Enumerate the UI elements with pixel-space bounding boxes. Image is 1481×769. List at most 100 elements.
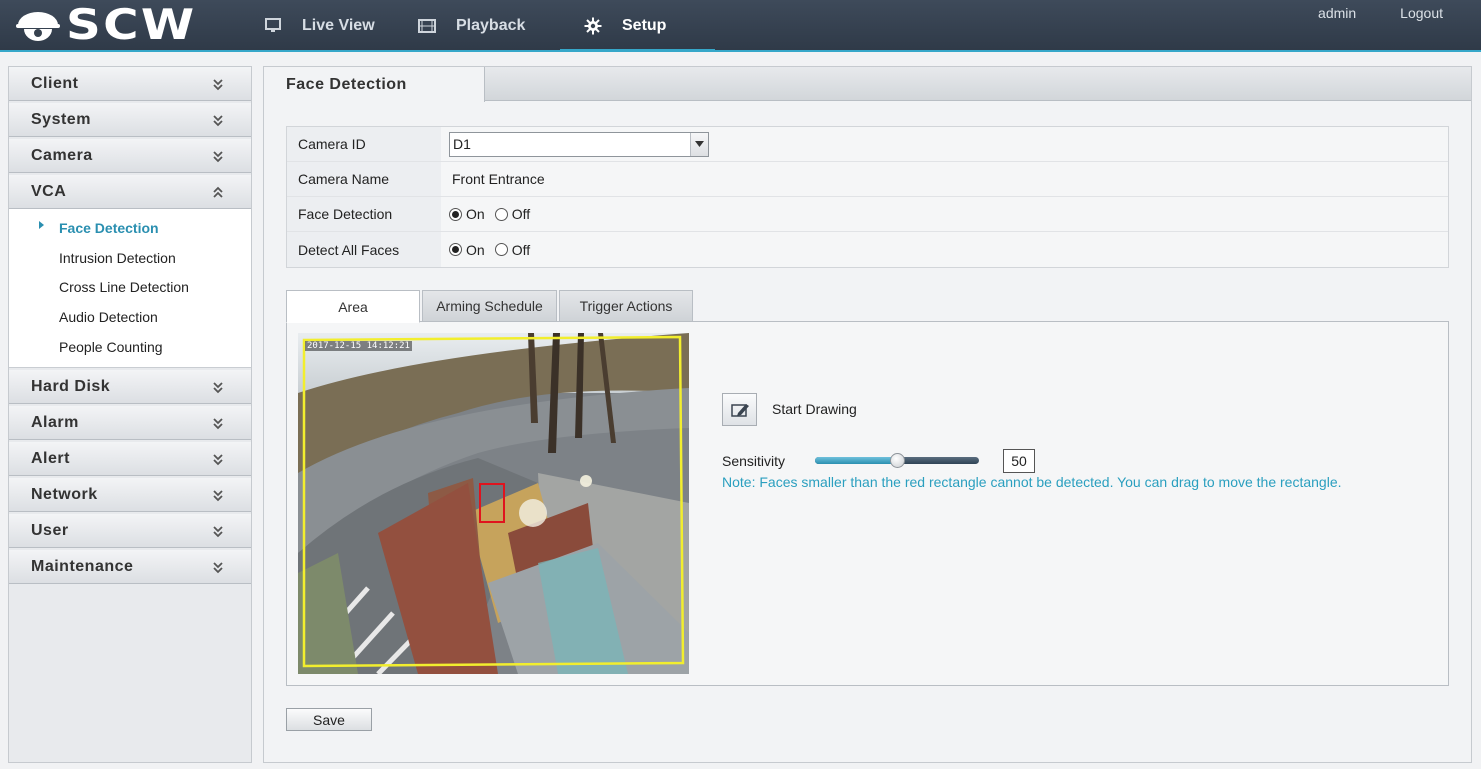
camera-id-select[interactable]: D1 xyxy=(449,131,709,157)
area-tab-content: 2017-12-15 14:12:21 Start Drawing Sensit… xyxy=(286,321,1449,686)
logout-link[interactable]: Logout xyxy=(1400,5,1443,21)
sidebar-section-user[interactable]: User xyxy=(9,514,251,549)
sensitivity-slider[interactable] xyxy=(815,452,979,470)
save-button[interactable]: Save xyxy=(286,708,372,731)
start-drawing-label: Start Drawing xyxy=(772,401,857,417)
nav-playback[interactable]: Playback xyxy=(400,0,560,52)
gear-icon xyxy=(582,17,604,35)
chevron-down-icon xyxy=(213,382,223,394)
sensitivity-value-field[interactable]: 50 xyxy=(1003,449,1035,473)
tab-area[interactable]: Area xyxy=(286,290,420,323)
user-links: admin Logout xyxy=(1318,5,1443,21)
logo-text: SCW xyxy=(66,0,197,49)
setup-sidebar: Client System Camera VCA Face Detection … xyxy=(8,66,252,763)
sidebar-item-intrusion-detection[interactable]: Intrusion Detection xyxy=(9,243,251,273)
chevron-down-icon xyxy=(213,114,223,126)
camera-name-row: Camera Name Front Entrance xyxy=(287,162,1448,197)
sidebar-section-label: Camera xyxy=(31,146,93,164)
dome-camera-icon xyxy=(16,12,60,41)
page-tab-strip: Face Detection xyxy=(264,67,1471,102)
sidebar-section-label: Network xyxy=(31,485,98,503)
sidebar-section-label: Alert xyxy=(31,449,70,467)
tab-trigger-actions[interactable]: Trigger Actions xyxy=(559,290,693,322)
sidebar-section-maintenance[interactable]: Maintenance xyxy=(9,550,251,585)
radio-selected-icon[interactable] xyxy=(449,243,462,256)
user-name-link[interactable]: admin xyxy=(1318,5,1356,21)
radio-label: On xyxy=(466,241,485,258)
vca-submenu: Face Detection Intrusion Detection Cross… xyxy=(9,209,251,369)
face-detection-label: Face Detection xyxy=(287,197,441,231)
chevron-up-icon xyxy=(213,186,223,198)
chevron-down-icon xyxy=(213,418,223,430)
radio-selected-icon[interactable] xyxy=(449,207,462,221)
main-panel: Face Detection Camera ID D1 Camera Name … xyxy=(263,66,1472,763)
camera-name-label: Camera Name xyxy=(287,162,441,196)
detect-all-faces-value-cell: On Off xyxy=(441,232,1448,267)
radio-unselected-icon[interactable] xyxy=(494,207,508,221)
pencil-edit-icon xyxy=(730,403,749,417)
radio-label: Off xyxy=(511,241,531,258)
chevron-down-icon xyxy=(213,454,223,466)
face-detection-on-radio[interactable]: On xyxy=(449,206,485,222)
face-detection-off-radio[interactable]: Off xyxy=(494,206,531,222)
start-drawing-button[interactable] xyxy=(722,393,757,426)
sidebar-section-network[interactable]: Network xyxy=(9,478,251,513)
face-detection-row: Face Detection On Off xyxy=(287,197,1448,232)
camera-preview[interactable]: 2017-12-15 14:12:21 xyxy=(298,333,689,674)
nav-playback-label: Playback xyxy=(456,17,526,34)
active-arrow-icon xyxy=(39,221,44,229)
sidebar-item-people-counting[interactable]: People Counting xyxy=(9,332,251,362)
sidebar-item-face-detection[interactable]: Face Detection xyxy=(9,213,251,243)
sidebar-section-hard-disk[interactable]: Hard Disk xyxy=(9,370,251,405)
nav-live-view[interactable]: Live View xyxy=(250,0,400,52)
sidebar-item-audio-detection[interactable]: Audio Detection xyxy=(9,302,251,332)
chevron-down-icon xyxy=(213,490,223,502)
detect-all-faces-on-radio[interactable]: On xyxy=(449,242,485,258)
camera-id-selected: D1 xyxy=(453,136,471,152)
nav-setup[interactable]: Setup xyxy=(560,0,715,52)
sidebar-item-label: People Counting xyxy=(59,338,163,355)
sidebar-section-vca[interactable]: VCA xyxy=(9,175,251,209)
detect-all-faces-off-radio[interactable]: Off xyxy=(494,241,531,258)
face-detection-radio-group: On Off xyxy=(449,206,534,222)
camera-id-row: Camera ID D1 xyxy=(287,127,1448,162)
logo: SCW xyxy=(14,4,194,46)
radio-label: Off xyxy=(511,206,531,222)
radio-label: On xyxy=(466,206,485,222)
top-bar: SCW Live View Playback Setup admin Logou… xyxy=(0,0,1481,52)
chevron-down-icon xyxy=(213,150,223,162)
slider-fill xyxy=(815,457,897,464)
camera-name-value: Front Entrance xyxy=(441,162,1448,196)
sidebar-item-cross-line-detection[interactable]: Cross Line Detection xyxy=(9,272,251,302)
nav-live-view-label: Live View xyxy=(302,17,375,34)
detection-note: Note: Faces smaller than the red rectang… xyxy=(722,474,1342,490)
detect-all-faces-row: Detect All Faces On Off xyxy=(287,232,1448,267)
sidebar-item-label: Cross Line Detection xyxy=(59,279,189,296)
sidebar-section-label: User xyxy=(31,521,69,539)
chevron-down-icon[interactable] xyxy=(690,132,708,156)
nav-setup-label: Setup xyxy=(622,17,667,34)
tab-arming-schedule[interactable]: Arming Schedule xyxy=(422,290,557,322)
sidebar-section-system[interactable]: System xyxy=(9,103,251,137)
radio-unselected-icon[interactable] xyxy=(494,243,508,256)
sidebar-item-label: Audio Detection xyxy=(59,308,158,325)
sidebar-section-label: System xyxy=(31,110,91,128)
sidebar-section-alert[interactable]: Alert xyxy=(9,442,251,477)
sensitivity-label: Sensitivity xyxy=(722,453,786,469)
sidebar-section-alarm[interactable]: Alarm xyxy=(9,406,251,441)
sidebar-item-label: Intrusion Detection xyxy=(59,249,176,266)
chevron-down-icon xyxy=(213,526,223,538)
detect-all-faces-radio-group: On Off xyxy=(449,242,534,258)
osd-timestamp: 2017-12-15 14:12:21 xyxy=(305,341,412,351)
main-nav: Live View Playback Setup xyxy=(250,0,715,52)
camera-scene-image xyxy=(298,333,689,674)
sidebar-section-label: Hard Disk xyxy=(31,377,111,395)
chevron-down-icon xyxy=(213,78,223,90)
sidebar-item-label: Face Detection xyxy=(59,219,159,236)
film-icon xyxy=(416,17,438,35)
slider-thumb[interactable] xyxy=(890,453,905,468)
sidebar-section-camera[interactable]: Camera xyxy=(9,139,251,173)
sidebar-section-label: Client xyxy=(31,74,79,92)
sidebar-section-client[interactable]: Client xyxy=(9,67,251,101)
face-detection-form: Camera ID D1 Camera Name Front Entrance … xyxy=(286,126,1449,268)
